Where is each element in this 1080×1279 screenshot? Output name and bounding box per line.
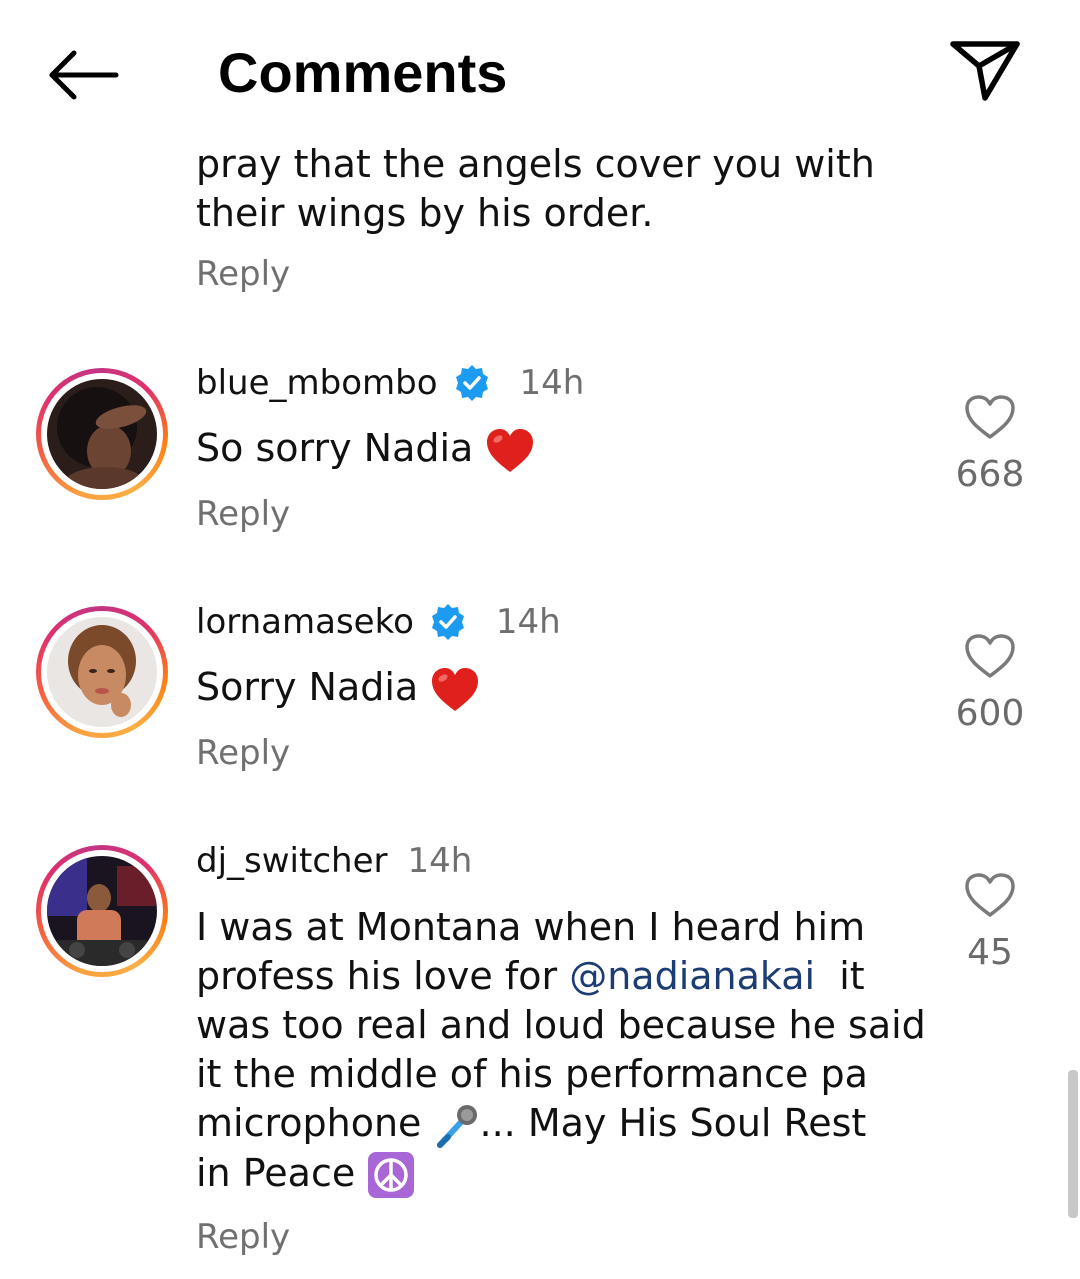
- comment-body: So sorry Nadia: [196, 426, 474, 470]
- comment-text-segment: profess his love for: [196, 954, 570, 998]
- like-block: 45: [950, 872, 1030, 973]
- arrow-left-icon[interactable]: [44, 40, 124, 110]
- comment-text-segment: in Peace: [196, 1150, 356, 1195]
- page-title: Comments: [218, 41, 508, 104]
- like-count: 668: [955, 454, 1025, 495]
- comment-text-segment: it: [815, 954, 865, 998]
- red-heart-emoji: [487, 428, 534, 472]
- peace-symbol-emoji: [368, 1152, 415, 1198]
- comment-time: 14h: [519, 363, 585, 403]
- send-icon[interactable]: [945, 34, 1025, 106]
- comment-text: I was at Montana when I heard him profes…: [196, 903, 936, 1199]
- comment-text-line: their wings by his order.: [196, 191, 654, 235]
- top-bar: Comments: [0, 0, 1080, 140]
- avatar-image: [47, 379, 157, 489]
- comment-text: So sorry Nadia: [196, 424, 936, 474]
- comment-text-line: profess his love for @nadianakai it: [196, 952, 936, 1001]
- reply-button[interactable]: Reply: [196, 494, 290, 534]
- username[interactable]: lornamaseko: [196, 602, 414, 642]
- comment-header: lornamaseko 14h: [196, 597, 561, 647]
- comment-text-segment: ... May His Soul Rest: [479, 1101, 867, 1145]
- red-heart-emoji: [432, 667, 479, 711]
- comment-text-partial: pray that the angels cover you with thei…: [196, 140, 956, 238]
- reply-button[interactable]: Reply: [196, 733, 290, 773]
- avatar[interactable]: [36, 368, 168, 500]
- comment-text-line: was too real and loud because he said: [196, 1003, 926, 1047]
- comment-header: dj_switcher 14h: [196, 836, 472, 886]
- username[interactable]: blue_mbombo: [196, 363, 438, 403]
- comments-screen: pray that the angels cover you with thei…: [0, 0, 1080, 1279]
- like-block: 668: [950, 394, 1030, 495]
- comment-text-segment: microphone: [196, 1101, 434, 1145]
- microphone-emoji: [436, 1104, 477, 1148]
- verified-badge-icon: [455, 365, 488, 401]
- comment-text-line: microphone ... May His Soul Rest: [196, 1099, 936, 1149]
- comment-text-line: in Peace: [196, 1149, 936, 1200]
- heart-outline-icon[interactable]: [964, 394, 1016, 440]
- comments-list: pray that the angels cover you with thei…: [0, 0, 1080, 1279]
- like-count: 600: [955, 693, 1025, 734]
- like-block: 600: [950, 633, 1030, 734]
- comment-text: Sorry Nadia: [196, 663, 936, 713]
- verified-badge-icon: [431, 604, 464, 640]
- avatar-image: [47, 617, 157, 727]
- scrollbar[interactable]: [1068, 1070, 1078, 1218]
- reply-button[interactable]: Reply: [196, 1217, 290, 1257]
- heart-outline-icon[interactable]: [964, 633, 1016, 679]
- comment-body: Sorry Nadia: [196, 665, 419, 709]
- heart-outline-icon[interactable]: [964, 872, 1016, 918]
- like-count: 45: [967, 932, 1013, 973]
- avatar[interactable]: [36, 606, 168, 738]
- comment-header: blue_mbombo 14h: [196, 358, 584, 408]
- comment-time: 14h: [407, 841, 473, 881]
- avatar[interactable]: [36, 845, 168, 977]
- comment-text-line: I was at Montana when I heard him: [196, 905, 866, 949]
- avatar-image: [47, 856, 157, 966]
- comment-text-line: it the middle of his performance pa: [196, 1052, 868, 1096]
- mention-link[interactable]: @nadianakai: [569, 954, 815, 998]
- reply-button[interactable]: Reply: [196, 254, 290, 294]
- username[interactable]: dj_switcher: [196, 841, 387, 881]
- comment-time: 14h: [495, 602, 561, 642]
- comment-text-line: pray that the angels cover you with: [196, 142, 875, 186]
